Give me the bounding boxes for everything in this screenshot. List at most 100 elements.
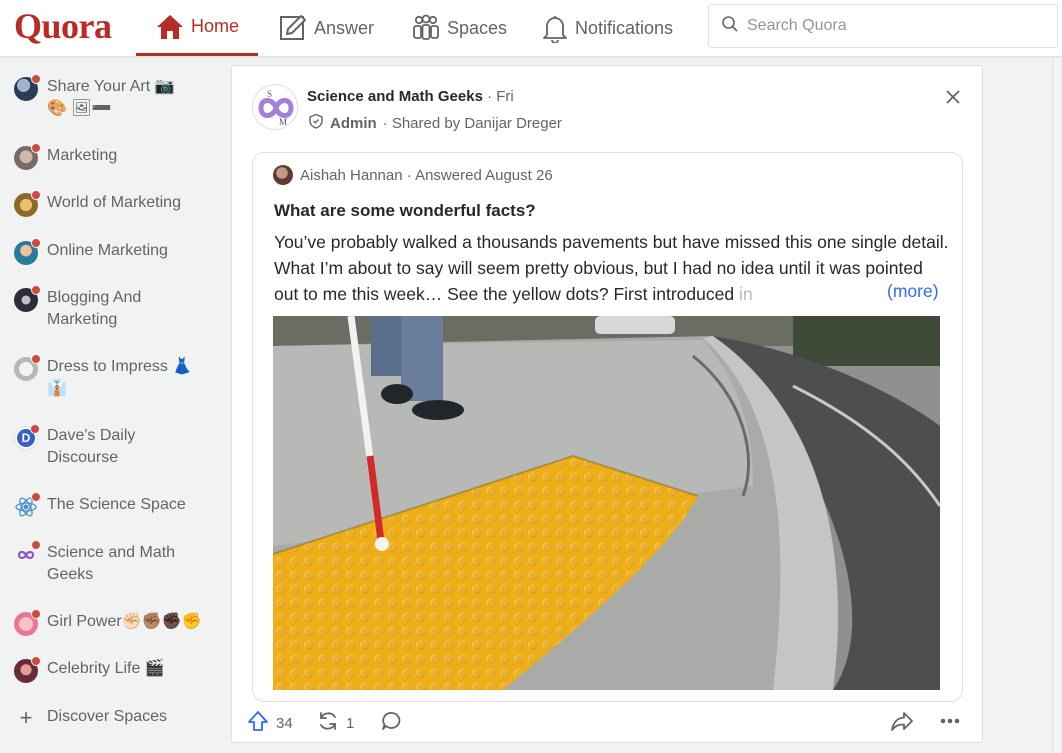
space-logo[interactable]: S M [252, 84, 298, 130]
sidebar-item-label: World of Marketing [47, 194, 181, 211]
sidebar-item-label: The Science Space [47, 496, 186, 513]
unread-dot [31, 656, 41, 666]
spaces-people-icon [411, 13, 441, 43]
space-avatar [14, 656, 41, 683]
post-action-bar: 34 1 [246, 709, 968, 737]
sidebar-item-marketing[interactable]: Marketing [14, 143, 214, 170]
space-avatar [14, 609, 41, 636]
sidebar-item-world-of-marketing[interactable]: World of Marketing [14, 190, 214, 217]
sidebar-item-label: Marketing [47, 147, 118, 164]
unread-dot [31, 74, 41, 84]
share-button[interactable]: 1 [316, 709, 354, 737]
share-arrow-icon [890, 709, 914, 737]
sidebar-item-label: Celebrity Life 🎬 [47, 660, 165, 677]
nav-answer-label: Answer [314, 17, 375, 38]
answer-photo[interactable] [273, 316, 940, 690]
sidebar-item-label-line2: Geeks [47, 566, 94, 583]
sidebar-item-label: Dress to Impress 👗 [47, 358, 193, 375]
sidebar-item-label: Blogging And [47, 289, 142, 306]
share-count: 1 [346, 714, 355, 732]
search-box[interactable] [708, 4, 1058, 48]
space-avatar [14, 238, 41, 265]
sidebar-item-celebrity-life[interactable]: Celebrity Life 🎬 [14, 656, 214, 683]
answer-text: You’ve probably walked a thousands pavem… [274, 232, 949, 304]
nav-answer[interactable]: Answer [278, 0, 374, 56]
ellipsis-icon [938, 709, 962, 737]
upvote-arrow-icon [246, 709, 270, 737]
sidebar-item-girl-power[interactable]: Girl Power✊🏻✊🏽✊🏿✊ [14, 609, 214, 636]
space-avatar [14, 190, 41, 217]
sidebar-item-label-line2: Marketing [47, 311, 118, 328]
bell-icon [541, 13, 569, 43]
sidebar-item-label: Science and Math [47, 544, 176, 561]
unread-dot [31, 354, 41, 364]
space-avatar [14, 143, 41, 170]
feed-post-card: S M Science and Math Geeks · Fri Admin ·… [231, 65, 983, 743]
unread-dot [31, 285, 41, 295]
spaces-sidebar: Share Your Art 📷 🎨 🖼➖ Marketing World of … [0, 58, 222, 753]
atom-icon [14, 492, 41, 519]
search-input[interactable] [747, 17, 1037, 35]
discover-spaces-label: Discover Spaces [47, 708, 168, 725]
upvote-button[interactable]: 34 [246, 709, 293, 737]
unread-dot [30, 424, 40, 434]
sidebar-item-online-marketing[interactable]: Online Marketing [14, 238, 214, 265]
post-time: · Fri [487, 88, 514, 105]
sidebar-item-label-line2: Discourse [47, 449, 119, 466]
answer-pencil-icon [278, 13, 308, 43]
quora-logo[interactable]: Quora [14, 5, 112, 47]
unread-dot [31, 609, 41, 619]
sidebar-item-label: Dave's Daily [47, 427, 136, 444]
sidebar-item-label: Girl Power✊🏻✊🏽✊🏿✊ [47, 613, 202, 630]
sidebar-item-share-your-art[interactable]: Share Your Art 📷 🎨 🖼➖ [14, 74, 214, 120]
unread-dot [31, 492, 41, 502]
shared-by-label[interactable]: · Shared by Danijar Dreger [383, 115, 562, 132]
plus-icon: + [19, 705, 33, 730]
space-avatar: D [14, 424, 40, 450]
space-logo-letter: M [279, 117, 287, 127]
sidebar-item-science-and-math-geeks[interactable]: Science and Math Geeks [14, 540, 214, 586]
nav-home-label: Home [190, 16, 239, 36]
more-options-button[interactable] [938, 709, 962, 737]
nav-home[interactable]: Home [136, 0, 258, 56]
admin-shield-icon [308, 113, 324, 133]
role-label: Admin [330, 114, 377, 132]
author-meta[interactable]: Aishah Hannan · Answered August 26 [300, 167, 553, 184]
sidebar-item-label-line2: 👔 [47, 380, 67, 397]
home-icon [155, 13, 185, 41]
nav-notifications-label: Notifications [575, 17, 674, 38]
sidebar-item-label-line2: 🎨 🖼➖ [47, 100, 112, 117]
comment-bubble-icon [380, 709, 404, 737]
forward-share-button[interactable] [890, 709, 914, 737]
question-title[interactable]: What are some wonderful facts? [274, 201, 536, 221]
sidebar-item-the-science-space[interactable]: The Science Space [14, 492, 214, 519]
top-navigation-bar: Quora Home Answer Spaces Notifications [0, 0, 1062, 57]
sidebar-item-label: Share Your Art 📷 [47, 78, 175, 95]
space-avatar [14, 354, 41, 381]
unread-dot [31, 540, 41, 550]
comment-button[interactable] [380, 709, 404, 737]
unread-dot [31, 238, 41, 248]
right-column-edge [1052, 58, 1062, 753]
sidebar-item-label: Online Marketing [47, 242, 168, 259]
reshare-icon [316, 709, 340, 737]
sidebar-item-dress-to-impress[interactable]: Dress to Impress 👗 👔 [14, 354, 214, 400]
nav-spaces[interactable]: Spaces [411, 0, 507, 56]
space-name-link[interactable]: Science and Math Geeks [307, 88, 483, 105]
nav-spaces-label: Spaces [447, 17, 508, 38]
author-avatar[interactable] [273, 165, 293, 185]
discover-spaces-link[interactable]: + Discover Spaces [14, 705, 214, 730]
sidebar-item-blogging-and-marketing[interactable]: Blogging And Marketing [14, 285, 214, 331]
space-avatar [14, 285, 41, 312]
close-button[interactable] [942, 88, 964, 110]
unread-dot [31, 190, 41, 200]
post-meta: Admin · Shared by Danijar Dreger [308, 113, 562, 133]
infinity-icon [14, 540, 41, 567]
more-link[interactable]: (more) [885, 281, 939, 302]
sidebar-item-daves-daily-discourse[interactable]: D Dave's Daily Discourse [14, 424, 214, 469]
search-icon [721, 15, 739, 38]
unread-dot [31, 143, 41, 153]
shared-answer[interactable]: Aishah Hannan · Answered August 26 What … [252, 152, 963, 702]
nav-notifications[interactable]: Notifications [541, 0, 673, 56]
answer-preview[interactable]: You’ve probably walked a thousands pavem… [274, 229, 949, 307]
